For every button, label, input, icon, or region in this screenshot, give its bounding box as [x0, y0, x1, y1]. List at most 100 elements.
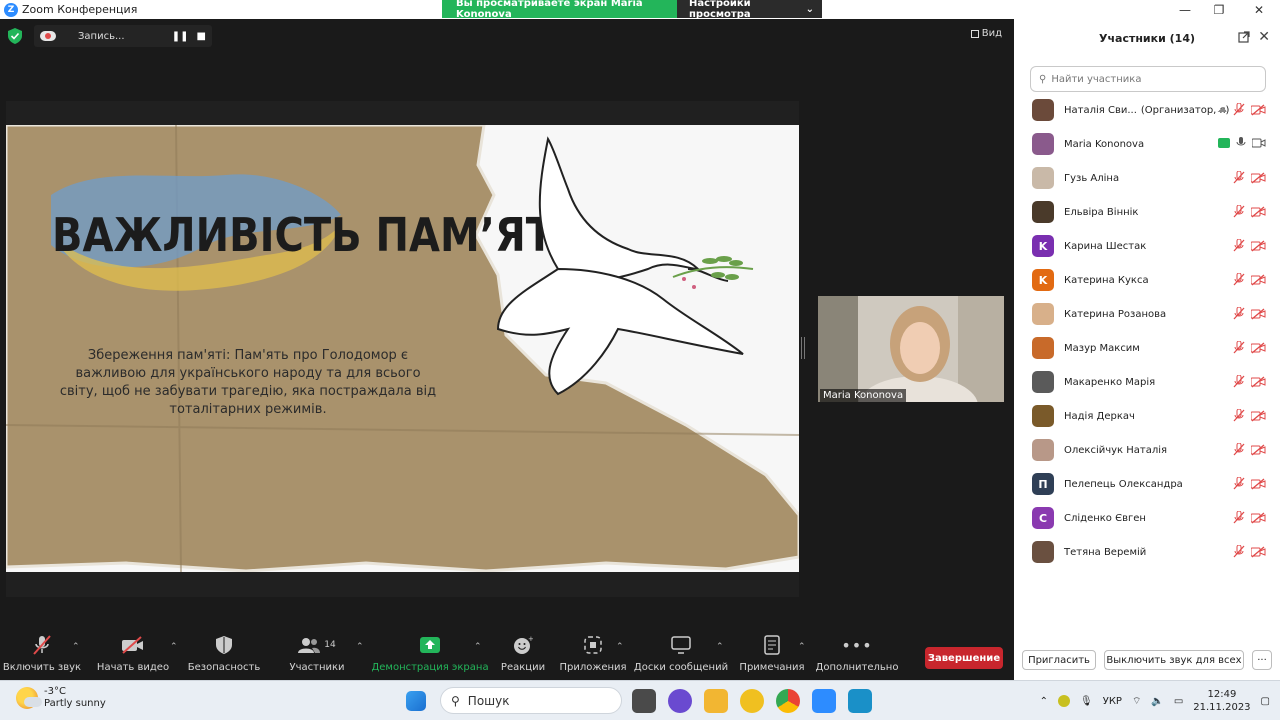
- windows-start-icon[interactable]: [406, 691, 426, 711]
- participant-name-text: Maria Kononova: [1064, 138, 1145, 150]
- mic-icon: [1236, 137, 1246, 146]
- participant-name: Олексійчук Наталія: [1064, 445, 1167, 456]
- minimize-button[interactable]: —: [1166, 0, 1204, 19]
- participant-row[interactable]: Гузь Аліна: [1014, 161, 1280, 195]
- participant-row[interactable]: Олексійчук Наталія: [1014, 433, 1280, 467]
- video-off-icon: [1251, 274, 1266, 285]
- security-button[interactable]: Безопасность: [188, 632, 260, 680]
- tray-app-icon[interactable]: [1058, 695, 1071, 707]
- participant-row[interactable]: С Сліденко Євген: [1014, 501, 1280, 535]
- sharing-icon: [1218, 138, 1230, 148]
- app-icon[interactable]: [740, 689, 764, 713]
- whiteboards-label: Доски сообщений: [633, 662, 729, 673]
- recording-label: Запись...: [78, 30, 125, 42]
- pop-out-icon[interactable]: [1238, 31, 1250, 46]
- weather-widget[interactable]: -3°C Partly sunny: [16, 686, 106, 710]
- shield-check-icon[interactable]: [6, 27, 24, 45]
- participant-row[interactable]: Мазур Максим: [1014, 331, 1280, 365]
- battery-icon[interactable]: ▭: [1174, 696, 1183, 707]
- participants-options-caret[interactable]: ⌃: [356, 642, 364, 652]
- participant-row[interactable]: Наталія Сви... (Организатор, я) ☁: [1014, 93, 1280, 127]
- video-off-icon: [122, 636, 143, 654]
- panel-more-button[interactable]: ···: [1252, 650, 1272, 670]
- pause-icon[interactable]: ❚❚: [172, 31, 189, 42]
- share-options-caret[interactable]: ⌃: [474, 642, 482, 652]
- notifications-icon[interactable]: ▢: [1261, 696, 1270, 707]
- end-meeting-button[interactable]: Завершение: [925, 647, 1003, 669]
- participant-row[interactable]: K Катерина Кукса: [1014, 263, 1280, 297]
- video-name-label: Maria Kononova: [820, 389, 907, 402]
- unmute-button[interactable]: Включить звук: [3, 632, 81, 680]
- participant-row[interactable]: П Пелепець Олександра: [1014, 467, 1280, 501]
- reactions-button[interactable]: + Реакции: [500, 632, 546, 680]
- mic-muted-icon: [33, 635, 51, 655]
- file-explorer-icon[interactable]: [704, 689, 728, 713]
- taskbar-search-icon: ⚲: [451, 693, 460, 708]
- chrome-icon[interactable]: [776, 689, 800, 713]
- task-view-icon[interactable]: [632, 689, 656, 713]
- avatar: [1032, 99, 1054, 121]
- invite-button[interactable]: Пригласить: [1022, 650, 1096, 670]
- participant-search-input[interactable]: ⚲ Найти участника: [1030, 66, 1266, 92]
- meeting-toolbar: Включить звук ⌃ Начать видео ⌃ Безопасно…: [0, 632, 1014, 680]
- close-window-button[interactable]: ✕: [1240, 0, 1278, 19]
- avatar: [1032, 133, 1054, 155]
- mic-muted-icon: [1233, 171, 1245, 184]
- mic-muted-icon: [1233, 341, 1245, 354]
- mic-muted-icon: [1233, 375, 1245, 388]
- participant-row[interactable]: Тетяна Веремій: [1014, 535, 1280, 569]
- participant-status-icons: [1233, 511, 1266, 524]
- share-banner: Вы просматриваете экран Maria Kononova Н…: [442, 0, 822, 20]
- splitter-handle[interactable]: [801, 337, 805, 359]
- participant-row[interactable]: Ельвіра Віннік: [1014, 195, 1280, 229]
- mute-options-caret[interactable]: ⌃: [72, 642, 80, 652]
- notes-button[interactable]: Примечания: [739, 632, 805, 680]
- whiteboards-options-caret[interactable]: ⌃: [716, 642, 724, 652]
- view-button[interactable]: Вид: [970, 28, 1002, 39]
- participant-row[interactable]: K Карина Шестак: [1014, 229, 1280, 263]
- share-screen-button[interactable]: Демонстрация экрана: [371, 632, 489, 680]
- more-dots-icon: •••: [841, 635, 873, 655]
- teams-chat-icon[interactable]: [668, 689, 692, 713]
- participant-name: Мазур Максим: [1064, 343, 1140, 354]
- participants-button[interactable]: 14 Участники: [289, 632, 345, 680]
- more-label: Дополнительно: [815, 662, 899, 673]
- apps-button[interactable]: Приложения: [559, 632, 627, 680]
- tray-overflow-chevron-icon[interactable]: ⌃: [1040, 696, 1048, 707]
- reactions-label: Реакции: [500, 662, 546, 673]
- participant-row[interactable]: Надія Деркач: [1014, 399, 1280, 433]
- clock[interactable]: 12:49 21.11.2023: [1193, 688, 1250, 714]
- mic-muted-icon: [1233, 103, 1245, 116]
- participant-row[interactable]: Maria Kononova: [1014, 127, 1280, 161]
- video-off-icon: [1251, 308, 1266, 319]
- mic-muted-icon: [1233, 205, 1245, 218]
- participant-video-tile[interactable]: Maria Kononova: [818, 296, 1004, 402]
- participant-row[interactable]: Макаренко Марія: [1014, 365, 1280, 399]
- taskbar-search[interactable]: ⚲ Пошук: [440, 687, 622, 714]
- participant-name-text: Пелепець Олександра: [1064, 478, 1183, 490]
- photos-icon[interactable]: [848, 689, 872, 713]
- maximize-button[interactable]: ❐: [1200, 0, 1238, 19]
- volume-icon[interactable]: 🔈: [1151, 696, 1163, 707]
- close-panel-icon[interactable]: ✕: [1258, 29, 1270, 45]
- view-settings-button[interactable]: Настройки просмотра ⌄: [677, 0, 822, 20]
- keyboard-language[interactable]: УКР: [1103, 696, 1122, 707]
- participant-row[interactable]: Катерина Розанова: [1014, 297, 1280, 331]
- avatar: [1032, 167, 1054, 189]
- stop-icon[interactable]: ■: [197, 31, 206, 42]
- start-video-button[interactable]: Начать видео: [97, 632, 169, 680]
- apps-options-caret[interactable]: ⌃: [616, 642, 624, 652]
- notes-options-caret[interactable]: ⌃: [798, 642, 806, 652]
- tray-mic-icon[interactable]: 🎙: [1080, 696, 1093, 707]
- recording-indicator: Запись... ❚❚ ■: [34, 25, 212, 47]
- video-off-icon: [1251, 240, 1266, 251]
- window-title: Zoom Конференция: [22, 3, 138, 16]
- mute-all-button[interactable]: Выключить звук для всех: [1104, 650, 1244, 670]
- apps-icon: [584, 636, 602, 654]
- weather-condition: Partly sunny: [44, 698, 106, 709]
- video-options-caret[interactable]: ⌃: [170, 642, 178, 652]
- wifi-icon[interactable]: ⌔: [1132, 695, 1141, 708]
- zoom-taskbar-icon[interactable]: [812, 689, 836, 713]
- whiteboards-button[interactable]: Доски сообщений: [634, 632, 728, 680]
- more-button[interactable]: ••• Дополнительно: [815, 632, 899, 680]
